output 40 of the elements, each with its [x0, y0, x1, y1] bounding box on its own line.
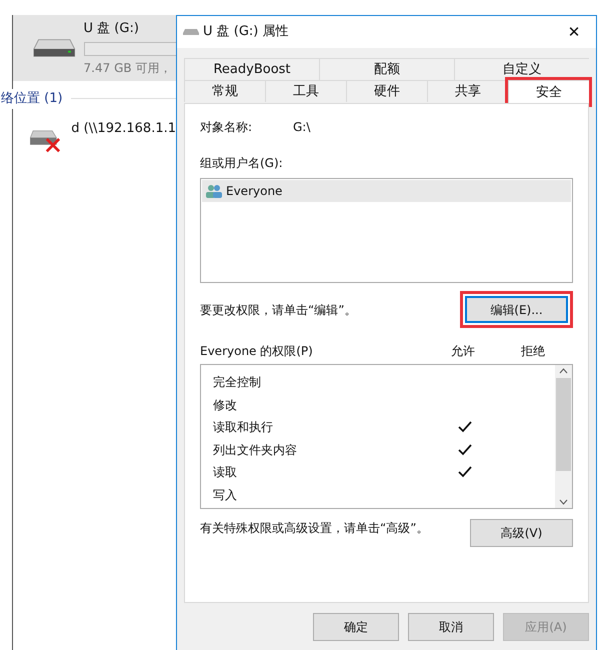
users-icon [206, 184, 222, 198]
free-space: 7.47 GB 可用， [84, 60, 172, 77]
close-button[interactable]: ✕ [552, 16, 596, 48]
tab[interactable]: 自定义 [454, 58, 589, 80]
group-name: Everyone [226, 183, 282, 200]
advanced-hint: 有关特殊权限或高级设置，请单击“高级”。 [200, 520, 428, 537]
window-title: U 盘 (G:) 属性 [203, 23, 289, 42]
permission-name: 读取和执行 [213, 419, 274, 436]
object-label: 对象名称: [200, 119, 254, 136]
groups-label: 组或用户名(G): [200, 155, 284, 172]
edit-button[interactable]: 编辑(E)... [465, 296, 568, 323]
tab[interactable]: 硬件 [346, 80, 427, 102]
object-value: G:\ [293, 119, 310, 136]
permission-name: 列出文件夹内容 [213, 442, 298, 459]
drive-icon [33, 37, 76, 59]
group-item[interactable]: Everyone [202, 180, 571, 202]
permissions-label: Everyone 的权限(P) [200, 343, 314, 360]
network-drive-name[interactable]: d (\\192.168.1.1 [71, 118, 176, 138]
section-heading[interactable]: 络位置 (1) [1, 89, 63, 108]
scroll-down-icon[interactable] [559, 499, 568, 505]
permission-name: 修改 [213, 396, 238, 414]
scrollbar[interactable] [555, 365, 572, 508]
tab[interactable]: 共享 [427, 80, 508, 102]
permission-name: 写入 [213, 486, 238, 504]
tab[interactable]: ReadyBoost [184, 58, 319, 80]
scroll-up-icon[interactable] [559, 368, 568, 374]
allow-header: 允许 [450, 343, 476, 360]
tab[interactable]: 常规 [184, 80, 265, 102]
tab[interactable]: 安全 [508, 80, 589, 104]
dialog-button[interactable]: 确定 [313, 613, 399, 641]
dialog-button[interactable]: 取消 [408, 613, 494, 641]
tab[interactable]: 工具 [265, 80, 346, 102]
permission-name: 完全控制 [213, 374, 262, 392]
drive-icon [183, 28, 199, 36]
tab[interactable]: 配额 [319, 58, 454, 80]
edit-hint: 要更改权限，请单击“编辑”。 [200, 302, 356, 318]
drive-name[interactable]: U 盘 (G:) [84, 19, 176, 39]
deny-header: 拒绝 [520, 343, 546, 360]
advanced-button[interactable]: 高级(V) [470, 519, 573, 547]
permission-name: 读取 [213, 464, 238, 482]
